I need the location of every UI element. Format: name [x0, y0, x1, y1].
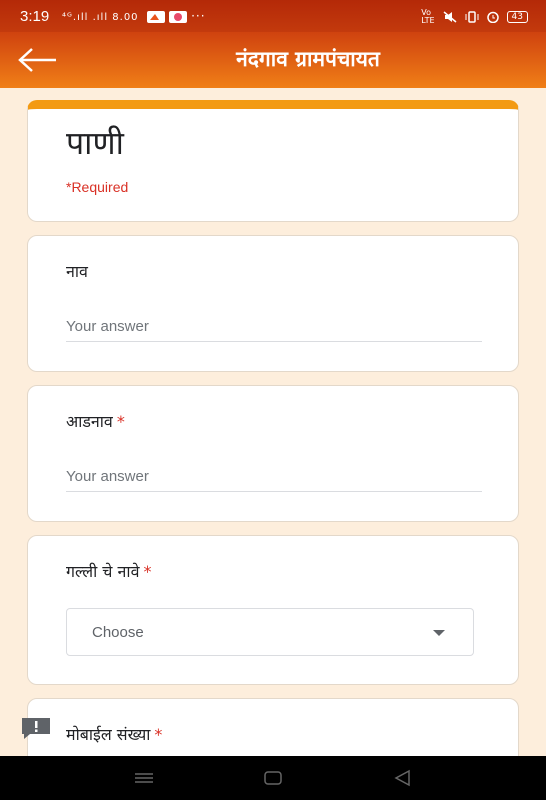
- question-label: गल्ली चे नावे *: [66, 562, 152, 581]
- app-bar: नंदगाव ग्रामपंचायत: [0, 32, 546, 88]
- battery-icon: 43: [506, 11, 528, 23]
- vibrate-icon: [465, 11, 479, 23]
- home-nav-button[interactable]: [261, 768, 285, 788]
- back-nav-button[interactable]: [391, 768, 415, 788]
- triangle-back-icon: [394, 769, 410, 787]
- name-input[interactable]: [66, 311, 482, 342]
- signal-icons: ⁴ᴳ.ıll .ıll 8.00 ···: [62, 9, 206, 23]
- app-bar-title: नंदगाव ग्रामपंचायत: [236, 47, 380, 71]
- question-card-street: गल्ली चे नावे * Choose: [27, 535, 519, 685]
- required-star: *: [154, 725, 163, 744]
- required-star: *: [116, 412, 125, 431]
- feedback-button[interactable]: [20, 716, 52, 740]
- system-nav-bar: [0, 756, 546, 800]
- street-dropdown[interactable]: Choose: [66, 608, 474, 656]
- more-notifications-icon: ···: [191, 9, 206, 23]
- question-label: मोबाईल संख्या *: [66, 725, 163, 744]
- status-time: 3:19: [20, 8, 50, 25]
- home-icon: [264, 771, 282, 785]
- app-notification-icon: [146, 11, 165, 23]
- status-bar: 3:19 ⁴ᴳ.ıll .ıll 8.00 ··· Vo LTE 43: [0, 0, 546, 32]
- required-star: *: [143, 562, 152, 581]
- mute-icon: [443, 11, 457, 23]
- volte-icon: Vo LTE: [421, 8, 435, 25]
- required-note: *Required: [66, 179, 129, 195]
- alarm-icon: [486, 11, 499, 23]
- menu-icon: [135, 773, 153, 783]
- form-title: पाणी: [66, 124, 124, 162]
- caret-down-icon: [433, 630, 445, 636]
- surname-input[interactable]: [66, 461, 482, 492]
- system-icons: Vo LTE 43: [421, 9, 528, 25]
- question-card-name: नाव: [27, 235, 519, 372]
- question-label: आडनाव *: [66, 412, 125, 431]
- form-header-card: पाणी *Required: [27, 100, 519, 222]
- menu-nav-button[interactable]: [132, 768, 156, 788]
- message-notification-icon: [168, 11, 187, 23]
- question-label: नाव: [66, 262, 88, 281]
- question-card-surname: आडनाव *: [27, 385, 519, 522]
- network-signal-icon: ⁴ᴳ.ıll .ıll 8.00: [62, 12, 139, 23]
- feedback-icon: [22, 718, 50, 739]
- dropdown-value: Choose: [92, 624, 144, 641]
